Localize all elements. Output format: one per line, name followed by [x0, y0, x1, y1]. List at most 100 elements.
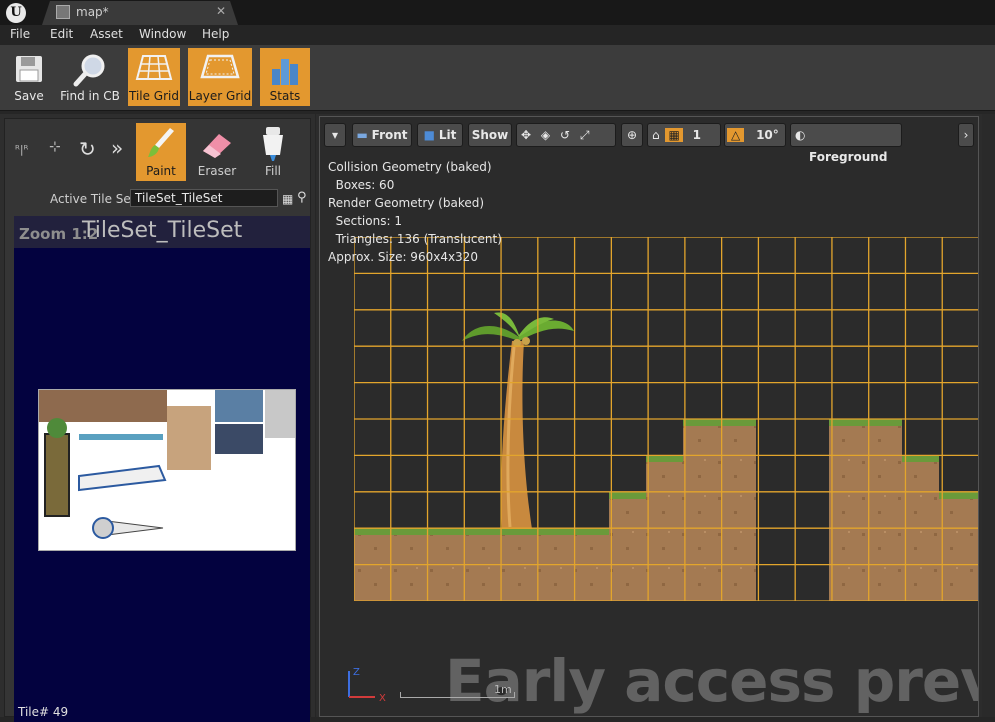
tab-close-icon[interactable]: ✕ — [216, 4, 226, 18]
fill-label: Fill — [264, 164, 282, 178]
paint-label: Paint — [146, 164, 176, 178]
tileset-texture-image — [39, 390, 295, 550]
eraser-icon — [203, 134, 231, 158]
save-label: Save — [14, 89, 44, 103]
layer-dropdown[interactable]: ◐ Foreground — [790, 123, 902, 164]
more-tools-icon[interactable]: » — [111, 136, 123, 160]
browse-search-icon[interactable]: ⚲ — [297, 190, 307, 205]
map-asset-icon — [56, 5, 70, 19]
find-in-cb-label: Find in CB — [60, 89, 120, 103]
title-bar: U map* ✕ — [0, 0, 995, 25]
document-tab[interactable]: map* ✕ — [42, 1, 238, 25]
flip-vertical-icon[interactable]: ⊹ — [49, 139, 61, 155]
save-button[interactable]: Save — [4, 48, 54, 106]
menu-bar: File Edit Asset Window Help — [0, 25, 995, 45]
tab-title: map* — [76, 5, 109, 19]
layer-grid-icon — [200, 54, 240, 79]
tile-grid-button[interactable]: Tile Grid — [128, 48, 180, 106]
world-space-button[interactable]: ⊕ — [621, 123, 643, 147]
stats-label: Stats — [269, 89, 301, 103]
rotation-snap-group: △ 10° — [724, 123, 786, 147]
show-label: Show — [471, 128, 509, 142]
stat-approx-size: Approx. Size: 960x4x320 — [328, 250, 478, 264]
lit-cube-icon: ■ — [423, 128, 435, 142]
active-tile-set-value: TileSet_TileSet — [135, 191, 223, 205]
save-icon — [16, 56, 42, 82]
lighting-label: Lit — [438, 128, 457, 142]
camera-icon: ▬ — [356, 128, 368, 142]
stat-triangles: Triangles: 136 (Translucent) — [328, 232, 502, 246]
translate-2d-icon[interactable]: ◈ — [541, 128, 550, 142]
fill-tool-button[interactable]: Fill — [248, 123, 298, 181]
menu-file[interactable]: File — [10, 27, 30, 41]
grid-snap-group: ⌂ ▦ 1 — [647, 123, 721, 147]
find-in-cb-button[interactable]: Find in CB — [58, 48, 122, 106]
tileset-texture[interactable] — [38, 389, 296, 551]
menu-edit[interactable]: Edit — [50, 27, 73, 41]
tileset-grid-icon[interactable]: ▦ — [282, 192, 293, 206]
viewport-panel: ▾ ▬ Front ■ Lit Show ✥ ◈ ↺ ⤢ ⊕ ⌂ ▦ 1 △ 1… — [316, 114, 982, 717]
scale-icon[interactable]: ⤢ — [580, 128, 590, 142]
chevron-down-icon: ▾ — [331, 128, 339, 142]
layer-grid-label: Layer Grid — [188, 89, 252, 103]
viewport-toolbar: ▾ ▬ Front ■ Lit Show ✥ ◈ ↺ ⤢ ⊕ ⌂ ▦ 1 △ 1… — [320, 117, 978, 164]
grid-snap-toggle-icon[interactable]: ▦ — [665, 128, 683, 142]
tile-paint-panel: ᴿ|ᴿ ⊹ ↻ » Paint Eraser Fill Active Tile … — [0, 114, 315, 722]
stat-collision-geometry: Collision Geometry (baked) — [328, 160, 492, 174]
magnifier-icon — [73, 54, 105, 87]
eraser-label: Eraser — [197, 164, 237, 178]
transform-tools-group: ✥ ◈ ↺ ⤢ — [516, 123, 616, 147]
show-flags-button[interactable]: Show — [468, 123, 512, 147]
rotation-snap-value[interactable]: 10° — [756, 128, 779, 142]
menu-window[interactable]: Window — [139, 27, 186, 41]
unreal-logo-icon: U — [6, 3, 26, 23]
rotation-snap-toggle-icon[interactable]: △ — [727, 128, 745, 142]
chevron-right-icon: › — [963, 128, 969, 142]
scale-label: 1m — [494, 683, 512, 696]
tile-grid-label: Tile Grid — [128, 89, 179, 103]
translate-icon[interactable]: ✥ — [521, 128, 531, 142]
axis-z-label: Z — [353, 667, 360, 678]
stats-button[interactable]: Stats — [260, 48, 310, 106]
stat-render-geometry: Render Geometry (baked) — [328, 196, 485, 210]
tileset-viewport[interactable]: Zoom 1:2 TileSet_TileSet Tile# 49 — [14, 216, 310, 722]
tileset-header-overlay: Zoom 1:2 TileSet_TileSet — [14, 216, 310, 248]
tile-tools-frame: ᴿ|ᴿ ⊹ ↻ » Paint Eraser Fill Active Tile … — [4, 118, 311, 722]
view-mode-button[interactable]: ▬ Front — [352, 123, 412, 147]
viewport-expand-button[interactable]: › — [958, 123, 974, 147]
tile-map-scene[interactable] — [354, 237, 979, 601]
axis-gizmo-icon: Z X — [348, 667, 386, 704]
tileset-title: TileSet_TileSet — [82, 218, 243, 243]
rotate-icon[interactable]: ↻ — [79, 137, 96, 161]
menu-help[interactable]: Help — [202, 27, 229, 41]
active-tile-set-label: Active Tile Set — [50, 192, 136, 206]
brush-icon — [148, 128, 174, 157]
surface-snap-icon[interactable]: ⌂ — [652, 128, 660, 142]
main-toolbar: Save Find in CB Tile Grid Layer Grid Sta… — [0, 45, 995, 111]
rotate-tool-icon[interactable]: ↺ — [560, 128, 570, 142]
layer-grid-button[interactable]: Layer Grid — [188, 48, 252, 106]
menu-asset[interactable]: Asset — [90, 27, 123, 41]
lighting-mode-button[interactable]: ■ Lit — [417, 123, 463, 147]
active-tile-set-picker[interactable]: TileSet_TileSet — [130, 189, 278, 207]
layer-label: Foreground — [809, 150, 888, 164]
eraser-tool-button[interactable]: Eraser — [192, 123, 242, 181]
ground-tiles — [354, 419, 978, 601]
stat-boxes: Boxes: 60 — [328, 178, 395, 192]
axis-x-label: X — [379, 693, 386, 704]
right-details-strip — [982, 114, 995, 717]
early-access-watermark: Early access preview — [445, 647, 978, 715]
map-viewport[interactable]: ▾ ▬ Front ■ Lit Show ✥ ◈ ↺ ⤢ ⊕ ⌂ ▦ 1 △ 1… — [319, 116, 979, 717]
grid-snap-value[interactable]: 1 — [693, 128, 701, 142]
view-mode-label: Front — [371, 128, 408, 142]
viewport-options-dropdown[interactable]: ▾ — [324, 123, 346, 147]
palm-tree-sprite — [462, 312, 574, 529]
globe-icon: ⊕ — [626, 128, 638, 142]
tile-grid-icon — [135, 55, 173, 80]
stat-sections: Sections: 1 — [328, 214, 402, 228]
paint-tool-button[interactable]: Paint — [136, 123, 186, 181]
layer-icon: ◐ — [795, 128, 806, 142]
flip-horizontal-icon[interactable]: ᴿ|ᴿ — [15, 143, 28, 156]
stats-icon — [272, 59, 298, 85]
paint-bucket-icon — [263, 127, 283, 161]
